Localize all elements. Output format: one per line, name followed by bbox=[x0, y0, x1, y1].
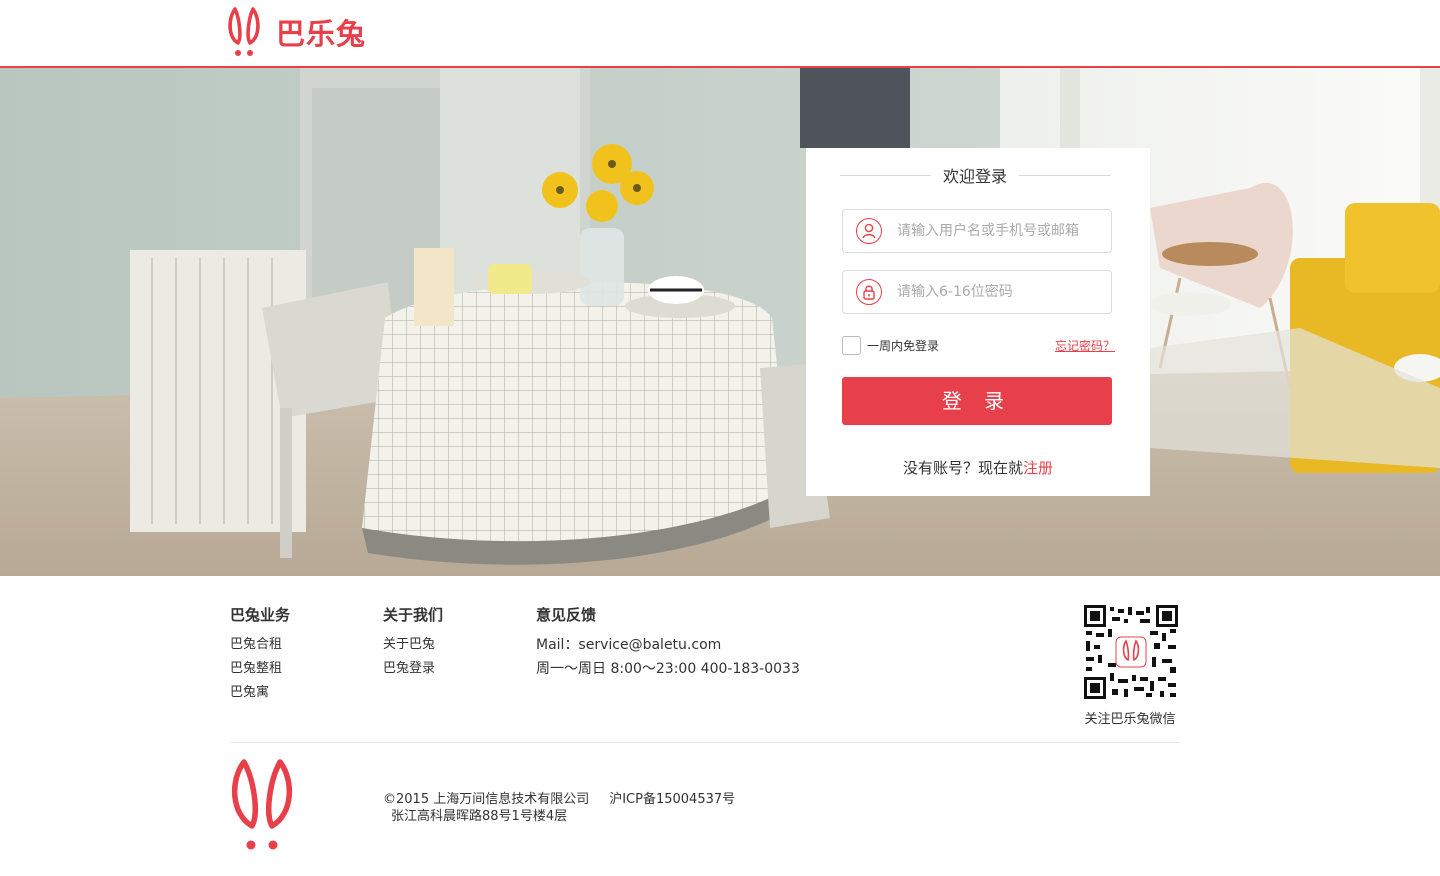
register-row: 没有账号？现在就注册 bbox=[806, 457, 1150, 478]
rabbit-logo-icon bbox=[228, 7, 260, 56]
register-link[interactable]: 注册 bbox=[1023, 459, 1053, 477]
footer-col-title: 意见反馈 bbox=[536, 606, 597, 624]
brand-name: 巴乐兔 bbox=[276, 17, 367, 51]
login-title: 欢迎登录 bbox=[943, 167, 1008, 186]
feedback-mail[interactable]: Mail：service@baletu.com bbox=[536, 633, 800, 657]
footer-col-about: 关于我们 关于巴兔 巴兔登录 bbox=[383, 604, 443, 681]
lock-icon bbox=[856, 279, 882, 305]
site-header: 巴乐兔 bbox=[0, 0, 1440, 68]
footer-col-title: 巴兔业务 bbox=[230, 606, 291, 624]
qr-label: 关注巴乐兔微信 bbox=[1084, 712, 1176, 727]
footer-divider bbox=[231, 742, 1180, 743]
copyright-block: ©2015 上海万间信息技术有限公司 沪ICP备15004537号 张江高科晨晖路… bbox=[383, 791, 735, 825]
site-footer: 巴兔业务 巴兔合租 巴兔整租 巴兔寓 关于我们 关于巴兔 巴兔登录 意见反馈 M… bbox=[0, 576, 1440, 876]
icp-number[interactable]: 沪ICP备15004537号 bbox=[609, 792, 735, 807]
login-card: 欢迎登录 一周内免登录 bbox=[806, 148, 1150, 496]
footer-link[interactable]: 关于巴兔 bbox=[383, 633, 443, 657]
company-address: 张江高科晨晖路88号1号楼4层 bbox=[391, 809, 568, 824]
rabbit-logo-icon bbox=[231, 759, 293, 850]
login-title-row: 欢迎登录 bbox=[840, 164, 1111, 186]
feedback-hours: 周一～周日 8:00～23:00 400-183-0033 bbox=[536, 661, 800, 677]
footer-logo bbox=[228, 758, 296, 856]
no-account-text: 没有账号？现在就 bbox=[902, 459, 1023, 477]
footer-col-business: 巴兔业务 巴兔合租 巴兔整租 巴兔寓 bbox=[230, 604, 290, 705]
copyright-text: ©2015 上海万间信息技术有限公司 bbox=[383, 792, 590, 807]
title-divider-left bbox=[840, 174, 931, 176]
remember-checkbox[interactable] bbox=[842, 336, 861, 355]
footer-link[interactable]: 巴兔登录 bbox=[383, 657, 443, 681]
footer-col-title: 关于我们 bbox=[383, 606, 444, 624]
hero-banner: 欢迎登录 一周内免登录 bbox=[0, 68, 1440, 576]
footer-link[interactable]: 巴兔寓 bbox=[230, 681, 290, 705]
username-field[interactable] bbox=[842, 209, 1112, 253]
login-button[interactable]: 登 录 bbox=[842, 377, 1112, 425]
password-input[interactable] bbox=[897, 284, 1097, 300]
footer-link[interactable]: 巴兔合租 bbox=[230, 633, 290, 657]
living-room-photo bbox=[0, 68, 1440, 576]
brand-logo[interactable]: 巴乐兔 bbox=[226, 4, 366, 60]
password-field[interactable] bbox=[842, 270, 1112, 314]
remember-label: 一周内免登录 bbox=[867, 339, 940, 353]
footer-link[interactable]: 巴兔整租 bbox=[230, 657, 290, 681]
title-divider-right bbox=[1019, 174, 1111, 176]
username-input[interactable] bbox=[897, 223, 1097, 239]
user-icon bbox=[856, 218, 882, 244]
remember-me[interactable]: 一周内免登录 bbox=[842, 336, 939, 355]
forgot-password-link[interactable]: 忘记密码？ bbox=[1055, 337, 1115, 354]
footer-col-feedback: 意见反馈 Mail：service@baletu.com 周一～周日 8:00～… bbox=[536, 604, 800, 681]
wechat-qr-code bbox=[1084, 605, 1178, 699]
